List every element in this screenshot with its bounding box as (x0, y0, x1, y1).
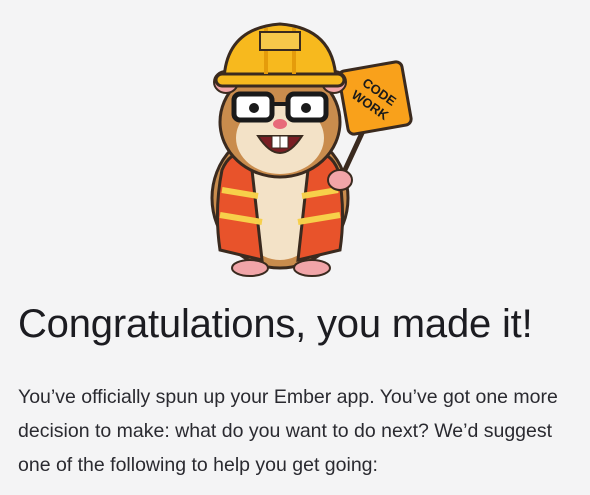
construction-mascot: CODE WORK (200, 10, 420, 280)
intro-paragraph: You’ve officially spun up your Ember app… (18, 386, 558, 476)
hamster-construction-icon: CODE WORK (210, 22, 413, 277)
page-title: Congratulations, you made it! (18, 302, 533, 346)
